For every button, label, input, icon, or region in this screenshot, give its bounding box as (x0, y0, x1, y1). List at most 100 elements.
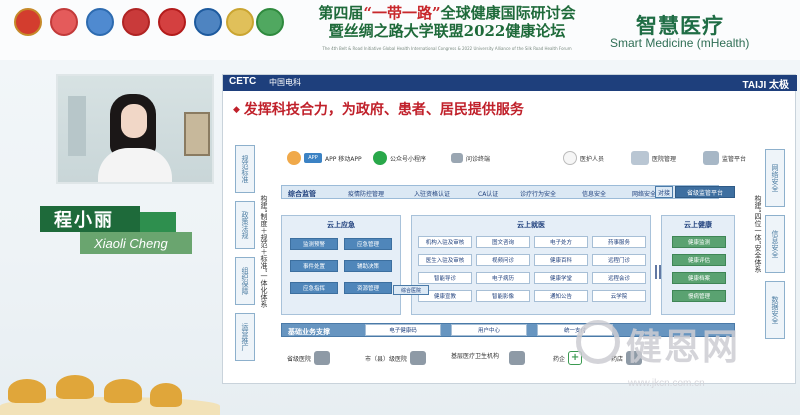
user-item-label: 问诊终端 (466, 155, 491, 163)
user-item: APP APP 移动APP (287, 149, 362, 167)
basic-support-label: 基础业务支撑 (288, 328, 330, 336)
user-item: 医院管理 (631, 149, 676, 167)
clinic-building-icon (509, 351, 525, 365)
emergency-item: 辅助决策 (344, 260, 392, 272)
wechat-icon (373, 151, 387, 165)
person-icon (287, 151, 301, 165)
doctor-icon (563, 151, 577, 165)
watermark-text: 健恩网 (626, 326, 741, 368)
clinic-panel: 云上就医 机构入驻及审核 图文咨询 电子处方 药事服务 医生入驻及审核 视频问诊… (411, 215, 651, 315)
supervision-item: 疫情防控管理 (348, 191, 385, 198)
facility-label: 基层医疗卫生机构 (451, 353, 500, 360)
clinic-tag: 综合医院 (393, 285, 429, 295)
user-item-label: APP 移动APP (325, 155, 362, 163)
health-item: 健康档案 (672, 272, 726, 284)
device-icon (451, 153, 463, 163)
taiji-logo: TAIJI 太极 (742, 80, 789, 91)
clinic-item: 智能导诊 (418, 272, 472, 284)
logo-icon (86, 8, 114, 36)
clinic-item: 机构入驻及审核 (418, 236, 472, 248)
camel-icon (8, 379, 46, 403)
clinic-item: 通知公告 (534, 290, 588, 302)
camel-icon (56, 375, 94, 399)
basic-support-item: 用户中心 (451, 324, 527, 336)
right-caption: 构建“四位一体”安全体系 (754, 195, 762, 273)
supervision-label: 综合监管 (288, 190, 316, 198)
conference-title: 第四届“一带一路”全球健康国际研讨会 暨丝绸之路大学联盟2022健康论坛 (282, 4, 612, 40)
emergency-item: 事件处置 (290, 260, 338, 272)
left-caption: 构建“制度＋规范＋标准”一体化体系 (260, 195, 268, 308)
camel-icon (104, 379, 142, 403)
left-tag: 运营推广 (235, 313, 255, 361)
conference-subtitle: The 4th Belt & Road Initiative Global He… (322, 46, 572, 51)
logo-icon (14, 8, 42, 36)
logo-icon (194, 8, 222, 36)
clinic-item: 远程门诊 (592, 254, 646, 266)
connector-badge: 对接 (655, 186, 673, 198)
supervision-item: 入驻资格认证 (414, 191, 451, 198)
hospital-building-icon (410, 351, 427, 365)
user-item-label: 监管平台 (722, 155, 747, 163)
left-tag: 组织保障 (235, 257, 255, 305)
right-tag: 网络安全 (765, 149, 785, 207)
speaker-video (56, 74, 214, 184)
regulator-icon (703, 151, 719, 165)
user-item: 医护人员 (563, 149, 604, 167)
conference-title-line2: 暨丝绸之路大学联盟2022健康论坛 (328, 22, 566, 40)
speaker-name-en: Xiaoli Cheng (80, 232, 192, 254)
user-item-label: 医院管理 (652, 155, 677, 163)
brand-en: Smart Medicine (mHealth) (610, 36, 750, 50)
left-tag: 政策法规 (235, 201, 255, 249)
speaker-face (121, 104, 147, 138)
app-icon: APP (304, 153, 322, 163)
nameplate-accent (140, 212, 176, 232)
camel-caravan-decoration (0, 362, 220, 415)
facility-label: 市（县）级医院 (365, 355, 408, 363)
health-item: 健康评估 (672, 254, 726, 266)
users-row: APP APP 移动APP 公众号小程序 问诊终端 医护人员 医院管理 监管平台 (281, 145, 765, 171)
background-frame (184, 112, 210, 156)
clinic-item: 智能影像 (476, 290, 530, 302)
left-tag-column: 规范标准 政策法规 组织保障 运营推广 (235, 145, 255, 371)
speaker-body (98, 148, 172, 182)
emergency-item: 监测预警 (290, 238, 338, 250)
logo-icon (256, 8, 284, 36)
health-item: 健康监测 (672, 236, 726, 248)
basic-support-item: 电子健康码 (365, 324, 441, 336)
user-item: 问诊终端 (451, 149, 490, 167)
clinic-item: 电子处方 (534, 236, 588, 248)
conference-title-quote: “一带一路” (363, 4, 441, 22)
clinic-item: 医生入驻及审核 (418, 254, 472, 266)
clinic-item: 健康学堂 (534, 272, 588, 284)
provincial-platform: 省级监管平台 (675, 186, 735, 198)
video-page: 第四届“一带一路”全球健康国际研讨会 暨丝绸之路大学联盟2022健康论坛 The… (0, 0, 800, 415)
emergency-panel: 云上应急 监测预警 应急管理 事件处置 辅助决策 应急指挥 资源管理 (281, 215, 401, 315)
conference-title-prefix: 第四届 (318, 4, 364, 22)
hospital-building-icon (314, 351, 331, 365)
supervision-item: 网络安全 (632, 191, 657, 198)
clinic-item: 远程会诊 (592, 272, 646, 284)
supervision-item: 信息安全 (582, 191, 607, 198)
background-lamp (68, 96, 86, 156)
user-item-label: 医护人员 (580, 155, 605, 163)
health-title: 云上健康 (684, 221, 712, 229)
clinic-item: 健康百科 (534, 254, 588, 266)
camel-icon (150, 383, 182, 407)
cetc-logo: CETC (229, 76, 257, 87)
logo-icon (122, 8, 150, 36)
health-item: 慢病管理 (672, 290, 726, 302)
right-tag: 信息安全 (765, 215, 785, 273)
facility-item: 基层医疗卫生机构 (451, 351, 507, 360)
clinic-item: 药事服务 (592, 236, 646, 248)
watermark-url: www.jkcn.com.cn (628, 378, 705, 389)
conference-banner: 第四届“一带一路”全球健康国际研讨会 暨丝绸之路大学联盟2022健康论坛 The… (0, 0, 800, 60)
supervision-item: 诊疗行为安全 (520, 191, 557, 198)
facility-item: 药企 + (553, 351, 583, 365)
clinic-item: 云学院 (592, 290, 646, 302)
clinic-title: 云上就医 (517, 221, 545, 229)
right-tag: 数据安全 (765, 281, 785, 339)
cetc-logo-cn: 中国电科 (269, 78, 301, 87)
watermark-logo-icon (576, 320, 620, 364)
emergency-title: 云上应急 (327, 221, 355, 229)
user-item: 公众号小程序 (373, 149, 426, 167)
